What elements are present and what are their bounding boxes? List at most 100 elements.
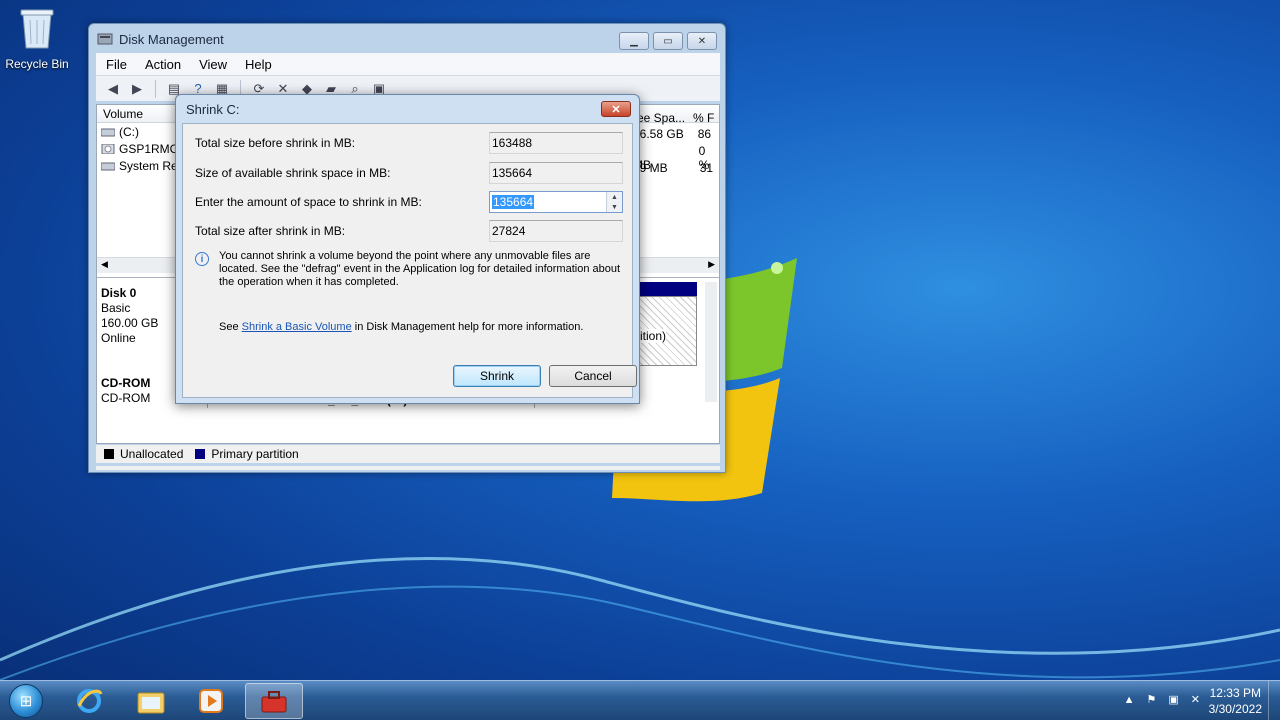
show-hidden-icons-icon[interactable]: ▲ [1124,694,1135,706]
partition-header-bar [635,282,697,296]
status-bar [96,466,720,470]
action-center-flag-icon[interactable]: ⚑ [1147,693,1157,706]
pct-value: 86 [697,127,712,141]
dvd-drive-icon [101,143,115,154]
info-message: i You cannot shrink a volume beyond the … [195,250,625,289]
legend-primary: Primary partition [211,447,299,461]
dialog-close-button[interactable]: ✕ [601,101,631,117]
minimize-icon: ▁ [630,35,638,47]
dialog-body: Total size before shrink in MB: 163488 S… [182,123,637,398]
minimize-button[interactable]: ▁ [619,32,649,50]
folder-icon [137,692,165,714]
menu-bar: File Action View Help [96,53,720,75]
legend-bar: Unallocated Primary partition [96,445,720,463]
cancel-button[interactable]: Cancel [549,365,637,387]
volume-muted-icon[interactable]: ✕ [1191,693,1200,706]
disk0-name: Disk 0 [101,286,137,300]
partition-label: ition) [640,329,667,343]
clock-time: 12:33 PM [1209,686,1261,700]
forward-arrow-icon[interactable]: ▶ [128,80,146,98]
menu-help[interactable]: Help [245,57,272,72]
shrink-button[interactable]: Shrink [453,365,541,387]
amount-spinbox[interactable]: 135664 ▲ ▼ [489,191,623,213]
free-space-header[interactable]: ree Spa... [633,111,685,125]
disk0-type: Basic [101,301,131,315]
pct-value: 0 % [698,144,710,172]
taskbar-internet-explorer[interactable] [60,683,118,719]
partition-block[interactable]: ition) [635,296,697,366]
amount-input-value[interactable]: 135664 [492,195,535,209]
disk0-size: 160.00 GB [101,316,159,330]
help-line: See Shrink a Basic Volume in Disk Manage… [219,321,583,333]
shrink-dialog: Shrink C: ✕ Total size before shrink in … [175,94,640,404]
back-arrow-icon[interactable]: ◀ [104,80,122,98]
window-title: Disk Management [119,31,224,47]
total-after-field: 27824 [489,220,623,242]
disk0-info[interactable]: Disk 0 Basic 160.00 GB Online [101,286,158,346]
recycle-bin-label: Recycle Bin [5,57,69,71]
menu-action[interactable]: Action [145,57,181,72]
free-row: 09 MB 31 [633,161,719,178]
close-button[interactable]: ✕ [687,32,717,50]
taskbar-disk-management[interactable] [245,683,303,719]
help-suffix: in Disk Management help for more informa… [351,321,584,333]
free-row: 36.58 GB 86 [633,127,719,144]
info-text: You cannot shrink a volume beyond the po… [219,250,621,288]
cdrom-name: CD-ROM [101,376,151,390]
system-tray: ▲ ⚑ ▣ ✕ [1124,693,1200,707]
taskbar-file-explorer[interactable] [122,683,180,719]
legend-unallocated: Unallocated [120,447,184,461]
network-icon[interactable]: ▣ [1168,693,1178,706]
vertical-scrollbar[interactable] [705,282,717,402]
menu-view[interactable]: View [199,57,227,72]
taskbar-media-player[interactable] [182,683,240,719]
pct-value: 31 [699,161,714,175]
show-desktop-button[interactable] [1268,681,1280,720]
free-row: 0 MB0 % [633,144,719,172]
dialog-titlebar[interactable]: Shrink C: [176,95,639,123]
menu-file[interactable]: File [106,57,127,72]
dialog-title: Shrink C: [186,101,240,117]
pct-free-header[interactable]: % F [693,111,714,125]
taskbar: ⊞ ▲ ⚑ ▣ ✕ 12:33 PM 3/30/2022 [0,680,1280,720]
spin-down-icon[interactable]: ▼ [607,202,622,212]
total-before-field: 163488 [489,132,623,154]
spin-up-icon[interactable]: ▲ [607,192,622,202]
drive-icon [101,128,115,136]
shrink-help-link[interactable]: Shrink a Basic Volume [242,321,352,333]
spin-arrows: ▲ ▼ [606,192,622,212]
toolbar-separator [155,79,156,98]
total-before-label: Total size before shrink in MB: [195,136,356,150]
close-icon: ✕ [611,103,621,116]
unallocated-swatch [104,449,114,459]
cdrom-type: CD-ROM [101,391,151,405]
scroll-left-icon[interactable]: ◀ [101,259,108,270]
maximize-icon: ▭ [663,35,673,47]
primary-partition-swatch [195,449,206,459]
drive-icon [101,162,115,170]
clock-date: 3/30/2022 [1208,702,1262,716]
recycle-bin[interactable]: Recycle Bin [4,6,70,71]
volume-column-header[interactable]: Volume [97,105,185,122]
help-prefix: See [219,321,242,333]
close-icon: ✕ [697,35,707,47]
available-label: Size of available shrink space in MB: [195,166,391,180]
disk-management-icon [97,33,113,45]
volume-name: System Res [119,158,184,173]
clock[interactable]: 12:33 PM 3/30/2022 [1209,685,1262,717]
start-button[interactable]: ⊞ [4,682,48,720]
windows-orb-icon: ⊞ [9,684,43,718]
internet-explorer-icon [77,689,103,713]
maximize-button[interactable]: ▭ [653,32,683,50]
recycle-bin-icon [20,9,54,49]
cdrom-info[interactable]: CD-ROM CD-ROM [101,376,150,406]
total-after-label: Total size after shrink in MB: [195,224,346,238]
info-icon: i [195,252,209,266]
free-space-column: ree Spa... % F 36.58 GB 86 0 MB0 % 09 MB3… [633,109,719,178]
window-controls: ▁ ▭ ✕ [619,32,717,50]
available-field: 135664 [489,162,623,184]
free-value: 36.58 GB [633,127,684,141]
toolbox-icon [261,691,287,713]
scroll-right-icon[interactable]: ▶ [708,259,715,270]
amount-label: Enter the amount of space to shrink in M… [195,195,422,209]
